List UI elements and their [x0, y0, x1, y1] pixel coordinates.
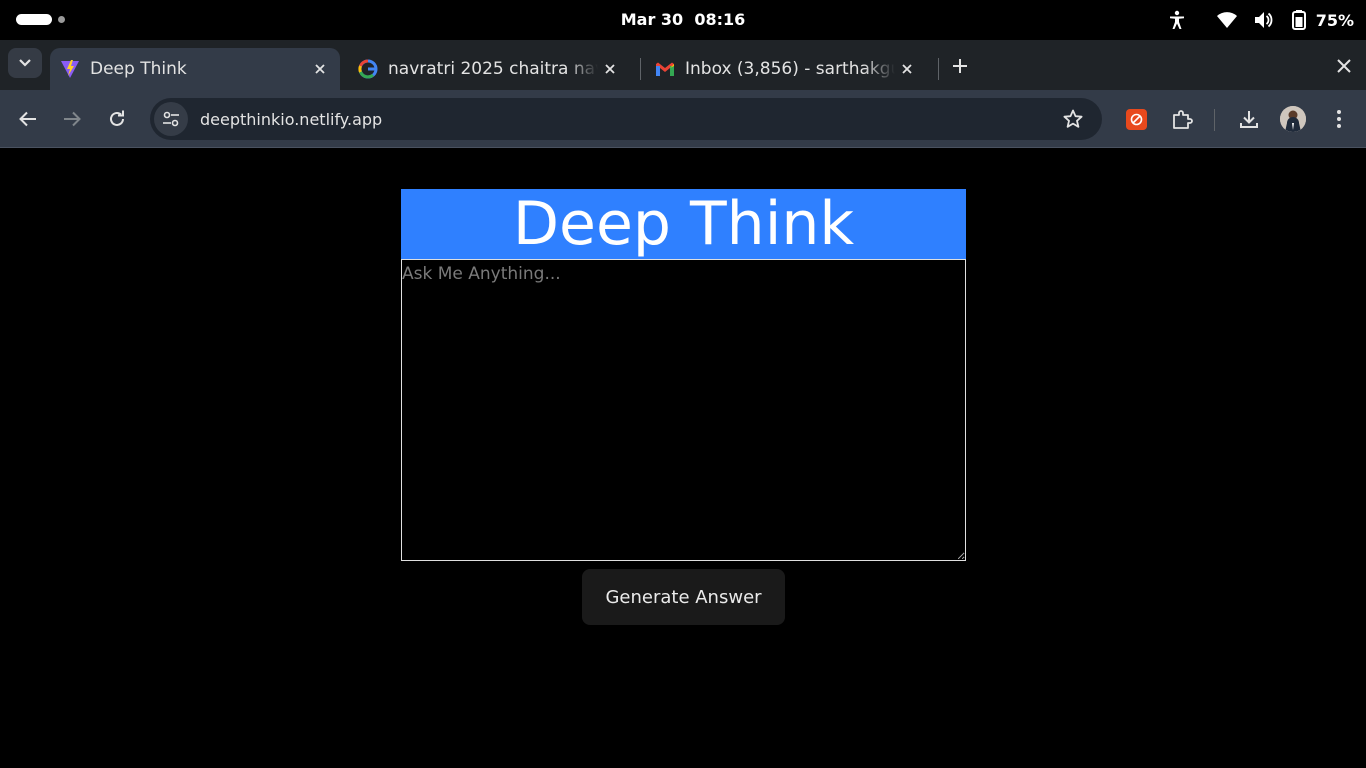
battery-percent: 75% — [1315, 10, 1354, 30]
chevron-down-icon — [19, 59, 31, 67]
tab-search-button[interactable] — [8, 48, 42, 78]
browser-toolbar: deepthinkio.netlify.app — [0, 90, 1366, 148]
chrome-menu-button[interactable] — [1324, 104, 1354, 134]
extensions-button[interactable] — [1167, 104, 1197, 134]
system-tray[interactable]: 75% — [1166, 8, 1354, 32]
forward-button[interactable] — [57, 104, 87, 134]
google-icon — [358, 59, 378, 79]
reload-icon — [110, 110, 124, 126]
battery-icon[interactable] — [1288, 9, 1310, 31]
wifi-icon[interactable] — [1216, 9, 1238, 31]
gmail-icon — [655, 59, 675, 79]
download-icon — [1240, 111, 1258, 128]
tab-deep-think[interactable]: Deep Think — [50, 48, 340, 90]
workspace-indicator-dot — [58, 16, 65, 23]
arrow-left-icon — [19, 111, 36, 127]
vite-icon — [60, 59, 80, 79]
downloads-button[interactable] — [1234, 104, 1264, 134]
volume-icon[interactable] — [1252, 9, 1274, 31]
tab-title: Deep Think — [90, 59, 187, 79]
tab-title: Inbox (3,856) - sarthakgu — [685, 59, 895, 79]
workspace-indicator-active — [16, 14, 52, 25]
page-content: Deep Think Generate Answer — [0, 149, 1366, 768]
system-top-bar: Mar 30 08:16 75% — [0, 0, 1366, 40]
url-text[interactable]: deepthinkio.netlify.app — [200, 110, 1058, 129]
activities-button[interactable] — [16, 14, 65, 25]
close-icon — [605, 64, 615, 74]
tab-separator — [938, 58, 939, 80]
site-info-button[interactable] — [154, 102, 188, 136]
plus-icon — [953, 59, 967, 73]
address-bar[interactable]: deepthinkio.netlify.app — [150, 98, 1102, 140]
clock-time: 08:16 — [694, 10, 746, 29]
app-title: Deep Think — [401, 189, 966, 259]
tab-gmail-inbox[interactable]: Inbox (3,856) - sarthakgu — [645, 48, 935, 90]
close-icon — [315, 64, 325, 74]
arrow-right-icon — [64, 111, 81, 127]
tab-title: navratri 2025 chaitra navr — [388, 59, 598, 79]
close-icon — [1337, 59, 1351, 73]
tab-strip: Deep Think navratri 2025 chaitra navr In… — [0, 40, 1366, 90]
profile-avatar[interactable] — [1280, 106, 1306, 132]
tab-close-button[interactable] — [598, 57, 622, 81]
back-button[interactable] — [13, 104, 43, 134]
question-input[interactable] — [401, 259, 966, 561]
star-icon — [1063, 109, 1083, 128]
tab-separator — [640, 58, 641, 80]
close-icon — [902, 64, 912, 74]
new-tab-button[interactable] — [946, 52, 974, 80]
more-vert-icon — [1337, 110, 1341, 128]
accessibility-icon[interactable] — [1166, 9, 1188, 31]
tab-close-button[interactable] — [308, 57, 332, 81]
toolbar-divider — [1214, 109, 1215, 131]
bookmark-star-button[interactable] — [1058, 104, 1088, 134]
generate-answer-button[interactable]: Generate Answer — [582, 569, 785, 625]
clock[interactable]: Mar 30 08:16 — [0, 10, 1366, 29]
blocker-extension-icon[interactable] — [1126, 109, 1147, 130]
clock-date: Mar 30 — [620, 10, 684, 29]
tab-close-button[interactable] — [895, 57, 919, 81]
window-close-button[interactable] — [1330, 52, 1358, 80]
puzzle-icon — [1173, 110, 1193, 129]
reload-button[interactable] — [102, 104, 132, 134]
tune-icon — [163, 111, 179, 127]
tab-google-search[interactable]: navratri 2025 chaitra navr — [348, 48, 638, 90]
